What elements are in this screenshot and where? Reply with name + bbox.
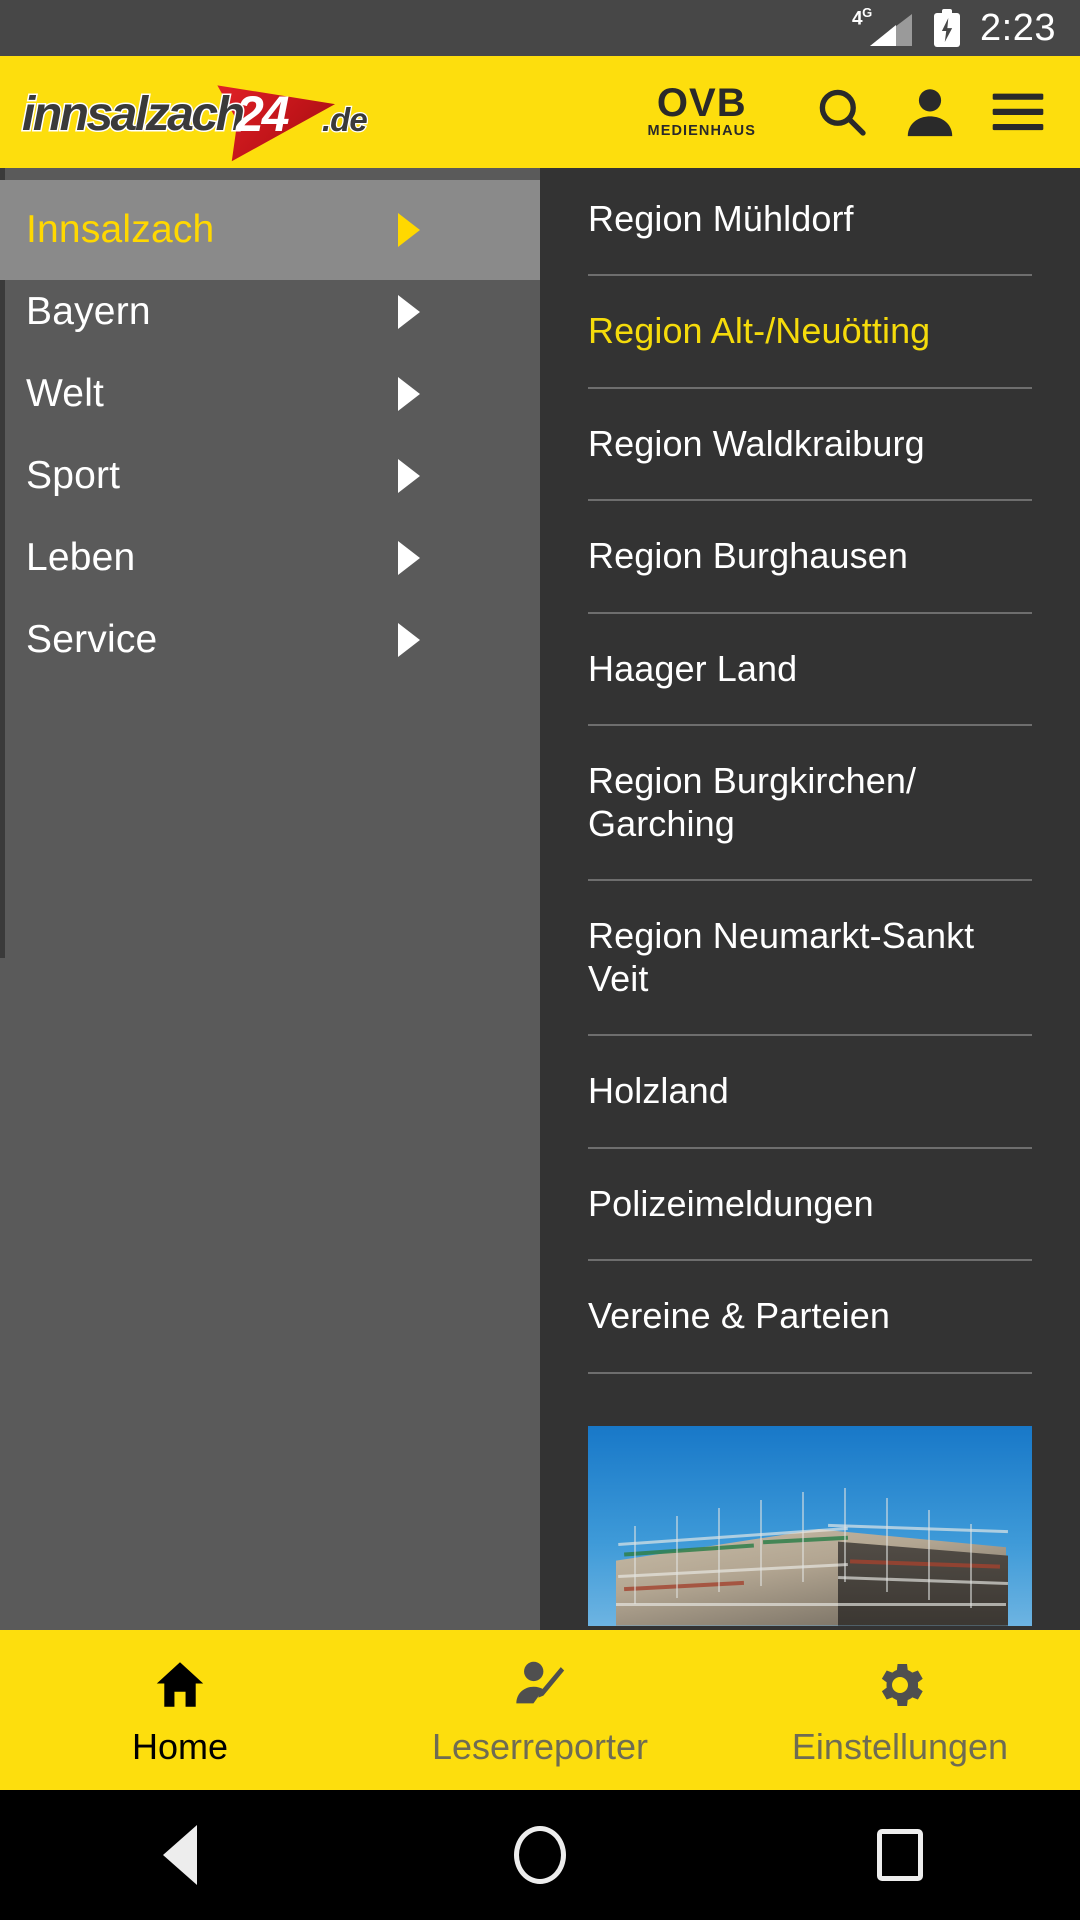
sidebar-item-label: Welt — [26, 372, 105, 415]
recents-square-icon[interactable] — [840, 1795, 960, 1915]
tab-label: Einstellungen — [791, 1726, 1009, 1767]
phone-screen: 4G 2:23 innsalzach 24 .de OVB MEDIENHAUS — [0, 0, 1080, 1920]
signal-4g-icon: 4G — [852, 5, 914, 46]
sidebar-item-service[interactable]: Service — [0, 590, 540, 690]
submenu-item-region-muehldorf[interactable]: Region Mühldorf — [588, 168, 1032, 277]
submenu-item-region-alt-neuoetting[interactable]: Region Alt-/Neuötting — [588, 276, 1032, 389]
sidebar-primary-menu: Innsalzach Bayern Welt Sport Leben Servi… — [0, 168, 570, 1630]
submenu-item-region-neumarkt-sankt-veit[interactable]: Region Neumarkt-Sankt Veit — [588, 881, 1032, 1037]
submenu-item-haager-land[interactable]: Haager Land — [588, 614, 1032, 727]
reporter-icon — [511, 1652, 569, 1714]
ovb-medienhaus-logo[interactable]: OVB MEDIENHAUS — [647, 80, 756, 140]
chevron-right-icon — [398, 541, 420, 575]
submenu-item-polizeimeldungen[interactable]: Polizeimeldungen — [588, 1149, 1032, 1262]
submenu-item-region-waldkraiburg[interactable]: Region Waldkraiburg — [588, 389, 1032, 502]
back-icon[interactable] — [120, 1795, 240, 1915]
hamburger-menu-icon[interactable] — [974, 68, 1062, 156]
search-icon[interactable] — [798, 68, 886, 156]
network-type-label: 4G — [852, 5, 872, 30]
submenu-item-holzland[interactable]: Holzland — [588, 1036, 1032, 1149]
bottom-tab-bar: Home Leserreporter Einstellungen — [0, 1630, 1080, 1790]
tab-label: Leserreporter — [431, 1726, 649, 1767]
tab-home[interactable]: Home — [0, 1652, 360, 1768]
submenu-item-vereine-parteien[interactable]: Vereine & Parteien — [588, 1261, 1032, 1374]
chevron-right-icon — [398, 213, 420, 247]
logo-tld: .de — [321, 100, 369, 140]
chevron-right-icon — [398, 377, 420, 411]
chevron-right-icon — [398, 295, 420, 329]
sidebar-item-label: Service — [26, 618, 158, 661]
sidebar-item-label: Leben — [26, 536, 136, 579]
submenu-item-region-burghausen[interactable]: Region Burghausen — [588, 501, 1032, 614]
sidebar-item-label: Bayern — [26, 290, 151, 333]
navigation-drawer: Innsalzach Bayern Welt Sport Leben Servi… — [0, 168, 1080, 1630]
status-bar: 4G 2:23 — [0, 0, 1080, 56]
app-header: innsalzach 24 .de OVB MEDIENHAUS — [0, 56, 1080, 168]
tab-label: Home — [131, 1726, 229, 1767]
logo-24-badge: 24 — [236, 86, 290, 142]
clock-label: 2:23 — [980, 6, 1056, 49]
home-icon — [151, 1652, 209, 1714]
tab-leserreporter[interactable]: Leserreporter — [360, 1652, 720, 1768]
innsalzach24-logo[interactable]: innsalzach 24 .de — [20, 79, 369, 145]
ovb-logo-sub: MEDIENHAUS — [647, 123, 756, 140]
home-circle-icon[interactable] — [480, 1795, 600, 1915]
teaser-image-construction[interactable] — [588, 1425, 1032, 1626]
gear-icon — [871, 1652, 929, 1714]
chevron-right-icon — [398, 623, 420, 657]
ovb-logo-main: OVB — [656, 80, 747, 125]
submenu-item-region-burgkirchen-garching[interactable]: Region Burgkirchen/ Garching — [588, 726, 1032, 882]
sidebar-item-label: Innsalzach — [26, 208, 215, 251]
battery-charging-icon — [934, 9, 961, 47]
android-navigation-bar — [0, 1790, 1080, 1920]
account-icon[interactable] — [886, 68, 974, 156]
header-actions: OVB MEDIENHAUS — [648, 68, 1080, 156]
tab-einstellungen[interactable]: Einstellungen — [720, 1652, 1080, 1768]
submenu-panel: Region Mühldorf Region Alt-/Neuötting Re… — [540, 168, 1080, 1630]
chevron-right-icon — [398, 459, 420, 493]
sidebar-item-label: Sport — [26, 454, 121, 497]
logo-wordmark: innsalzach — [20, 87, 246, 143]
